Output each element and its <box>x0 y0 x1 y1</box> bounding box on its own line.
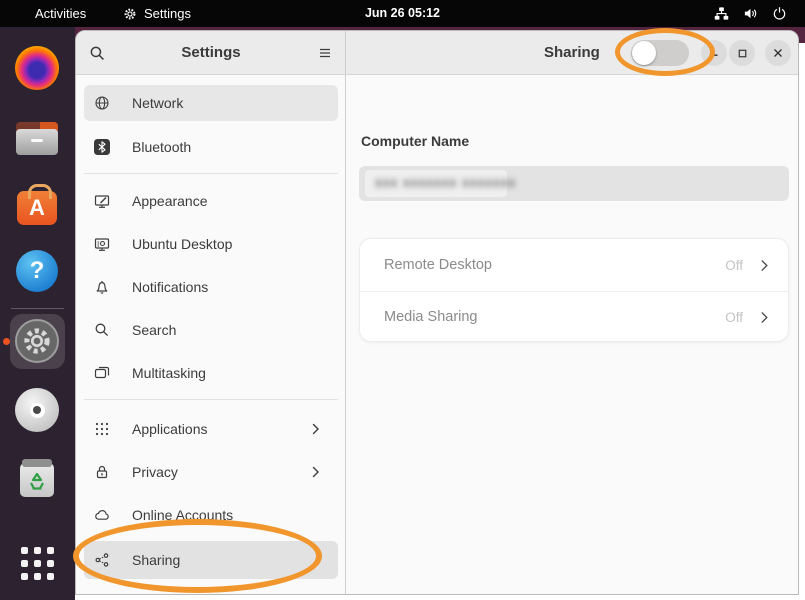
computer-name-value-blurred: xxx xxxxxxx xxxxxxx <box>375 175 516 190</box>
sidebar-item-label: Ubuntu Desktop <box>132 236 232 252</box>
power-icon[interactable] <box>771 6 787 22</box>
remote-desktop-status: Off <box>725 258 743 273</box>
sidebar-item-applications[interactable]: Applications <box>84 411 338 447</box>
annotation-ellipse-toggle <box>615 28 715 76</box>
appearance-icon <box>94 193 110 209</box>
sidebar-headerbar: Settings <box>76 31 346 75</box>
applications-icon <box>94 421 110 437</box>
close-button[interactable] <box>765 40 791 66</box>
computer-name-input[interactable]: xxx xxxxxxx xxxxxxx <box>359 166 789 201</box>
annotation-ellipse-sharing <box>73 519 322 593</box>
notifications-icon <box>94 279 110 295</box>
sidebar-item-bluetooth[interactable]: Bluetooth <box>84 129 338 165</box>
privacy-lock-icon <box>94 464 110 480</box>
chevron-right-icon <box>308 421 324 437</box>
sidebar-item-ubuntu-desktop[interactable]: Ubuntu Desktop <box>84 226 338 262</box>
chevron-right-icon <box>308 464 324 480</box>
sidebar-item-label: Bluetooth <box>132 139 191 155</box>
main-headerbar: Sharing <box>346 31 799 75</box>
sharing-panel: Computer Name xxx xxxxxxx xxxxxxx Remote… <box>346 75 799 595</box>
app-menu-button[interactable]: Settings <box>122 0 191 27</box>
settings-gear-icon[interactable] <box>15 319 59 363</box>
files-icon[interactable] <box>15 116 59 160</box>
sidebar-item-privacy[interactable]: Privacy <box>84 454 338 490</box>
sharing-options-card: Remote Desktop Off Media Sharing Off <box>359 238 789 342</box>
ubuntu-desktop-icon <box>94 236 110 252</box>
media-sharing-row[interactable]: Media Sharing Off <box>360 291 788 342</box>
ubuntu-software-icon[interactable]: A <box>15 183 59 227</box>
sidebar-item-label: Network <box>132 95 183 111</box>
sidebar-separator <box>84 173 338 174</box>
page-title: Sharing <box>544 31 600 74</box>
remote-desktop-label: Remote Desktop <box>384 257 725 273</box>
sidebar-item-label: Search <box>132 322 176 338</box>
network-status-icon[interactable] <box>713 6 729 22</box>
maximize-button[interactable] <box>729 40 755 66</box>
sidebar-item-appearance[interactable]: Appearance <box>84 183 338 219</box>
chevron-right-icon <box>757 258 772 273</box>
hamburger-menu-button[interactable] <box>314 42 336 64</box>
running-indicator-dot <box>3 338 10 345</box>
sidebar-item-multitasking[interactable]: Multitasking <box>84 355 338 391</box>
app-menu-label: Settings <box>144 6 191 21</box>
window-title: Settings <box>76 31 346 74</box>
dock: A ? <box>0 27 75 600</box>
remote-desktop-row[interactable]: Remote Desktop Off <box>360 239 788 291</box>
gear-icon <box>122 6 138 22</box>
computer-name-label: Computer Name <box>361 133 469 149</box>
volume-icon[interactable] <box>742 6 758 22</box>
sidebar-item-network[interactable]: Network <box>84 85 338 121</box>
sidebar-separator <box>84 399 338 400</box>
search-icon <box>94 322 110 338</box>
chevron-right-icon <box>757 310 772 325</box>
sidebar-item-label: Appearance <box>132 193 208 209</box>
firefox-icon[interactable] <box>15 46 59 90</box>
sidebar-item-label: Applications <box>132 421 208 437</box>
sidebar-item-label: Multitasking <box>132 365 206 381</box>
settings-sidebar: Network Bluetooth Appearance Ubuntu <box>76 75 346 595</box>
help-icon[interactable]: ? <box>15 249 59 293</box>
bluetooth-icon <box>94 139 110 155</box>
dock-separator <box>11 308 64 309</box>
desktop-screen: Activities Jun 26 05:12 Settings <box>0 0 805 600</box>
sidebar-item-notifications[interactable]: Notifications <box>84 269 338 305</box>
media-sharing-label: Media Sharing <box>384 309 725 325</box>
sidebar-item-label: Privacy <box>132 464 178 480</box>
cloud-icon <box>94 507 110 523</box>
network-icon <box>94 95 110 111</box>
sidebar-item-label: Notifications <box>132 279 208 295</box>
multitasking-icon <box>94 365 110 381</box>
clock[interactable]: Jun 26 05:12 <box>0 0 805 27</box>
show-apps-icon[interactable] <box>15 541 59 585</box>
top-bar: Activities Jun 26 05:12 Settings <box>0 0 805 27</box>
media-sharing-status: Off <box>725 310 743 325</box>
disc-icon[interactable] <box>15 388 59 432</box>
sidebar-item-search[interactable]: Search <box>84 312 338 348</box>
settings-window: Settings Sharing <box>75 30 799 595</box>
trash-icon[interactable] <box>15 456 59 500</box>
